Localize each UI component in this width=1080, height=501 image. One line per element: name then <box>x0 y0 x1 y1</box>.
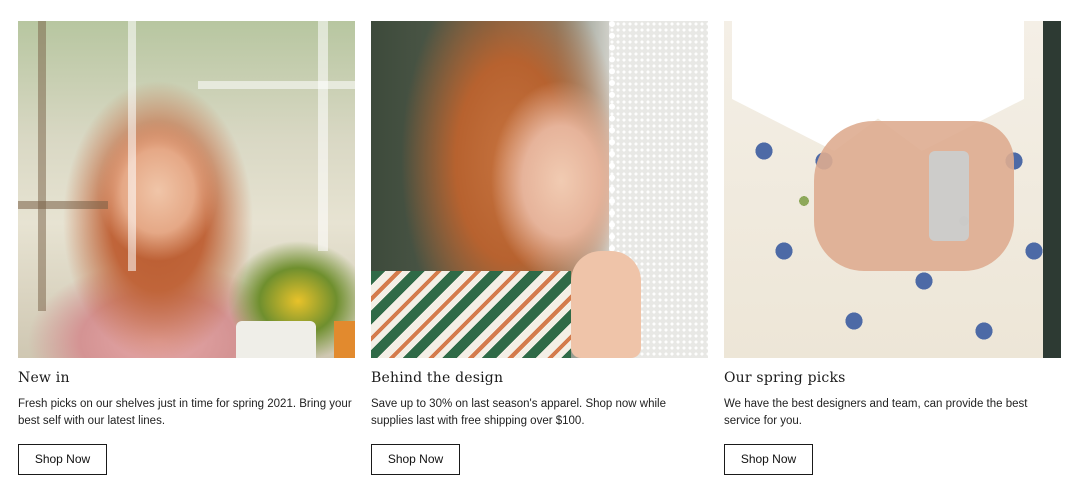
promo-image[interactable] <box>724 21 1061 358</box>
promo-image[interactable] <box>18 21 355 358</box>
card-description: We have the best designers and team, can… <box>724 398 1028 427</box>
promo-card-behind-the-design: Behind the design Save up to 30% on last… <box>371 21 708 475</box>
image-detail <box>929 151 969 241</box>
image-detail <box>236 321 316 358</box>
card-description: Fresh picks on our shelves just in time … <box>18 398 352 427</box>
image-detail <box>334 321 355 358</box>
image-detail <box>18 201 108 209</box>
image-detail <box>318 21 328 251</box>
image-detail <box>38 21 46 311</box>
image-detail <box>198 81 355 89</box>
promo-card-spring-picks: Our spring picks We have the best design… <box>724 21 1061 475</box>
shop-now-button[interactable]: Shop Now <box>371 444 460 475</box>
card-title: New in <box>18 370 70 386</box>
shop-now-button[interactable]: Shop Now <box>18 444 107 475</box>
promo-image[interactable] <box>371 21 708 358</box>
image-detail <box>571 251 641 358</box>
card-description: Save up to 30% on last season's apparel.… <box>371 398 666 427</box>
promo-grid: New in Fresh picks on our shelves just i… <box>18 21 1062 475</box>
image-detail <box>371 271 571 358</box>
card-title: Behind the design <box>371 370 504 386</box>
card-title: Our spring picks <box>724 370 846 386</box>
promo-card-new-in: New in Fresh picks on our shelves just i… <box>18 21 355 475</box>
image-detail <box>128 21 136 271</box>
shop-now-button[interactable]: Shop Now <box>724 444 813 475</box>
image-detail <box>1043 21 1061 358</box>
image-detail <box>814 121 1014 271</box>
